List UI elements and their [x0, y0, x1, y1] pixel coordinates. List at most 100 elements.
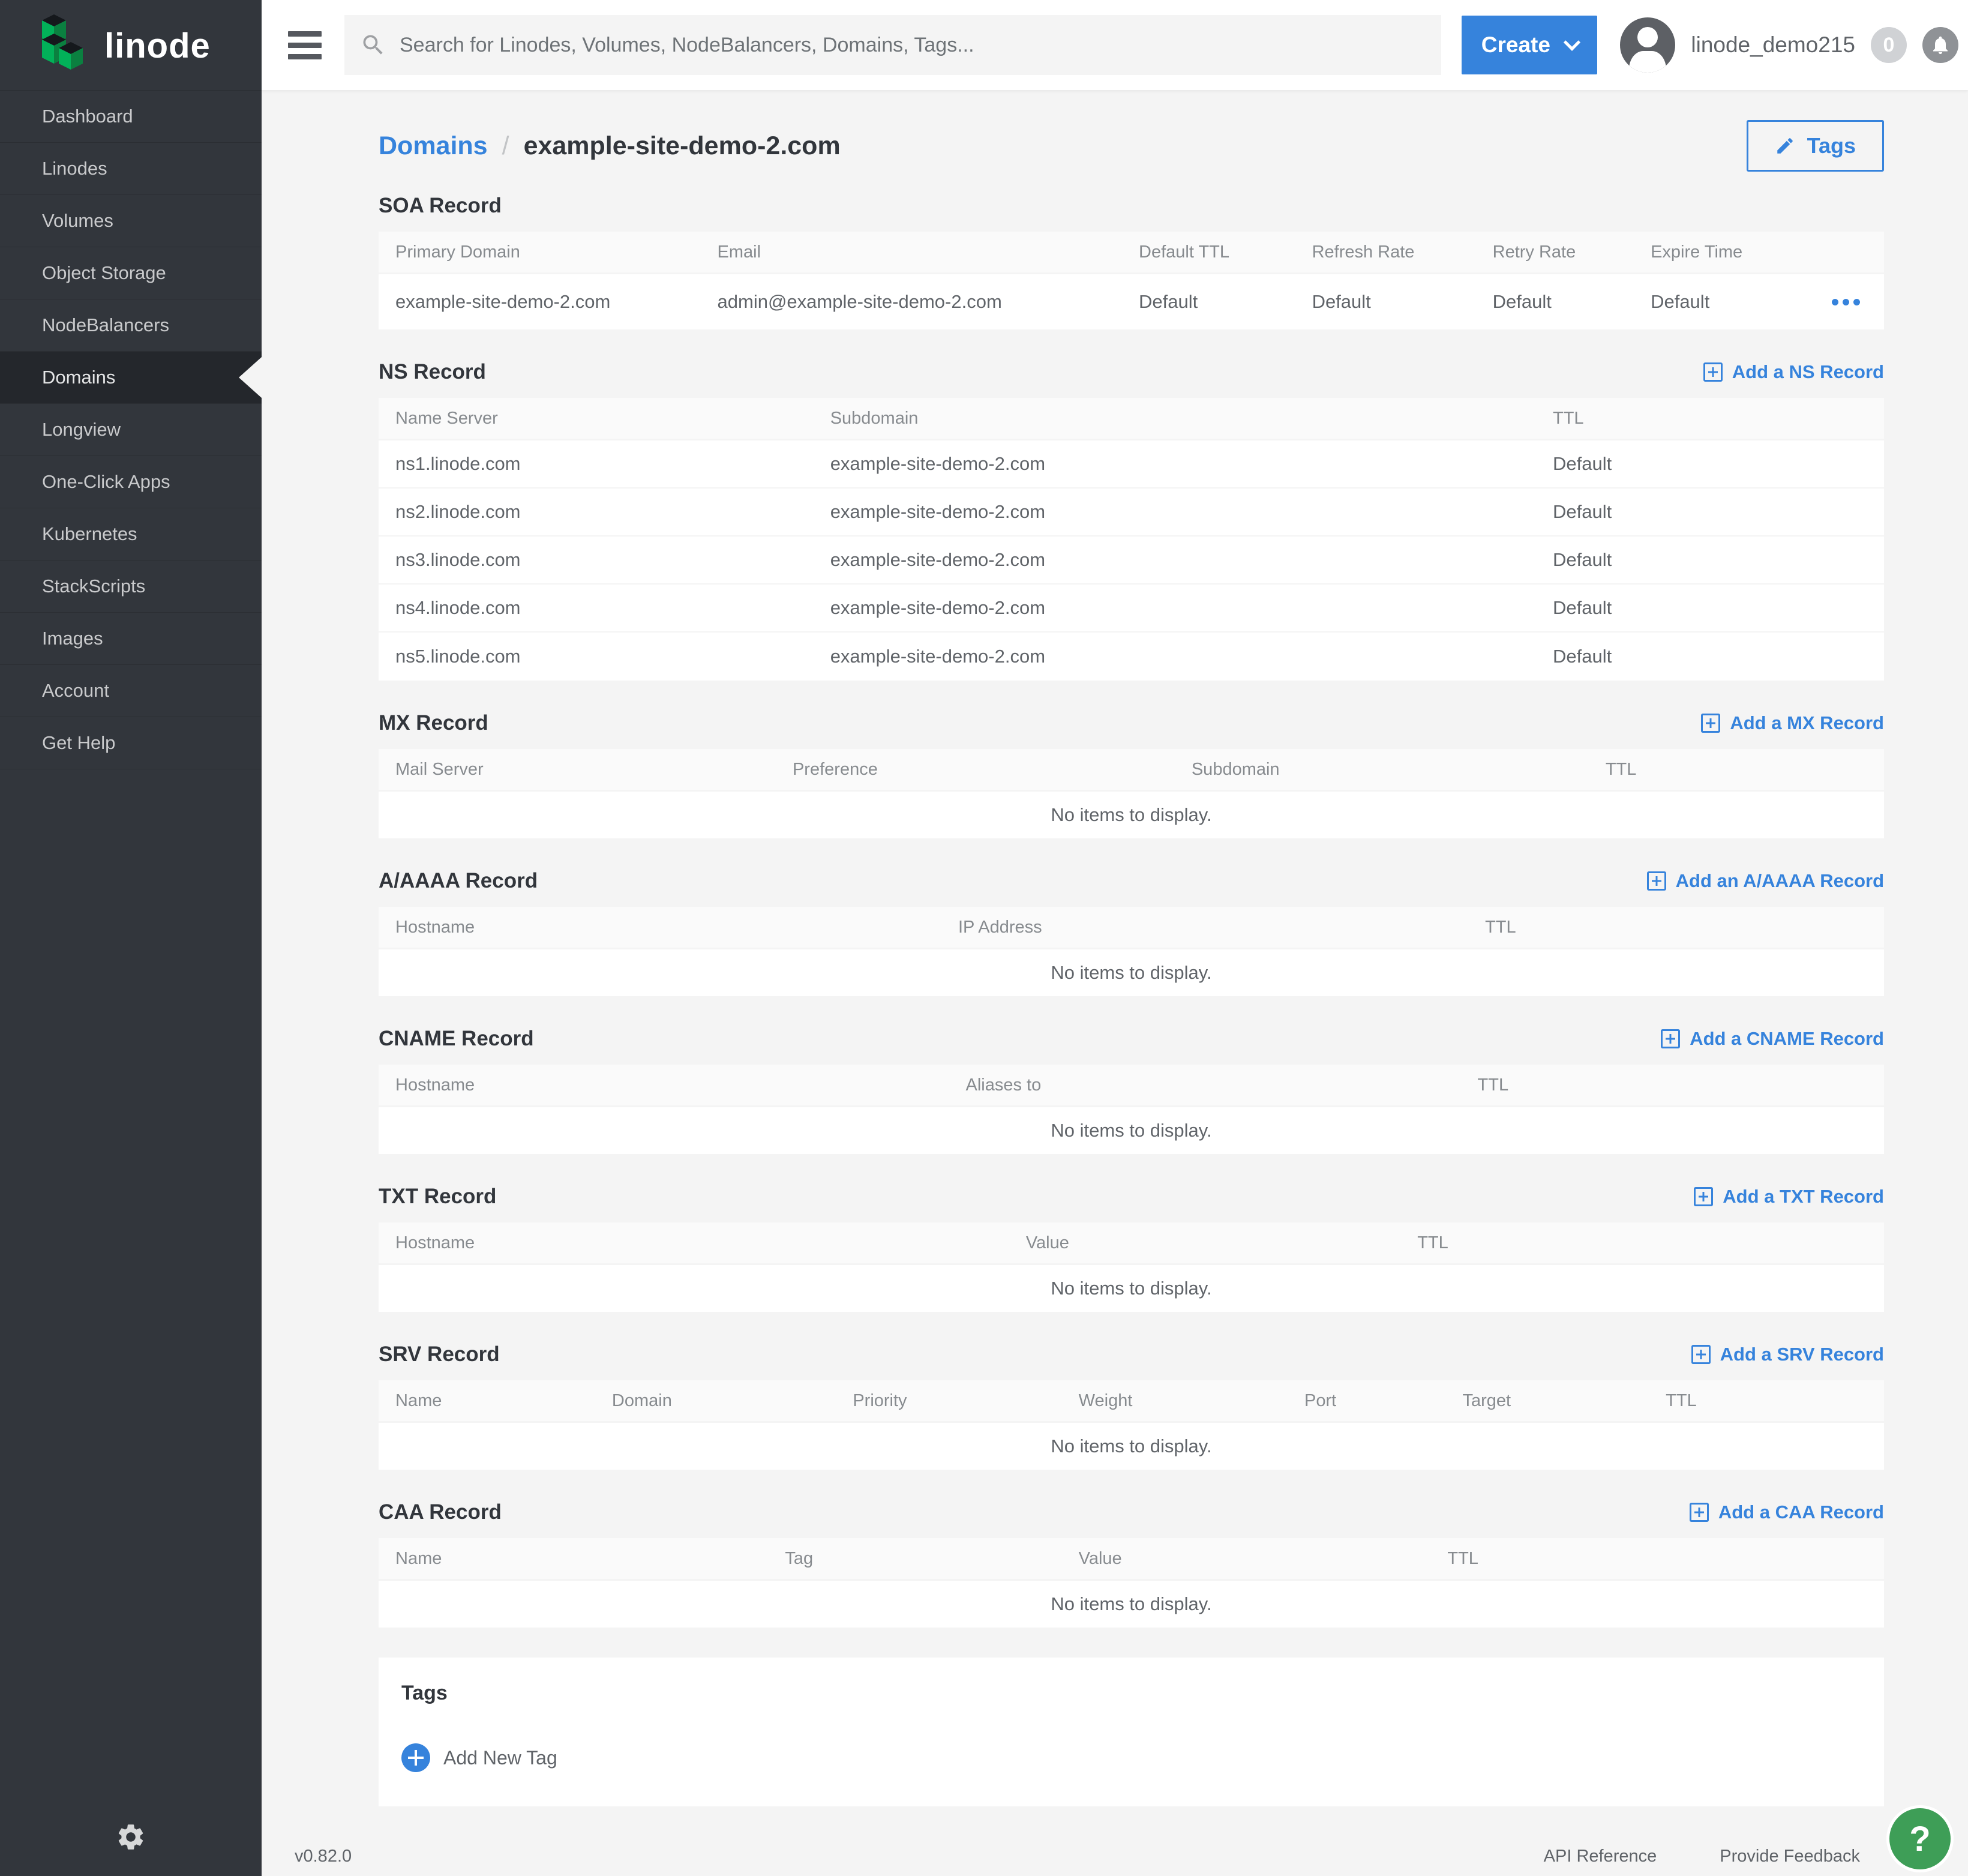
sidebar-item-one-click-apps[interactable]: One-Click Apps: [0, 456, 262, 508]
section-title: MX Record: [379, 711, 488, 735]
header-cell: Domain: [612, 1391, 853, 1411]
sidebar-item-images[interactable]: Images: [0, 613, 262, 665]
breadcrumb: Domains / example-site-demo-2.com: [379, 131, 841, 161]
chevron-down-icon: [1564, 34, 1580, 51]
sidebar-item-label: Account: [42, 680, 109, 702]
cell-retry-rate: Default: [1493, 291, 1651, 313]
footer-link-api-reference[interactable]: API Reference: [1544, 1847, 1657, 1866]
create-button[interactable]: Create: [1462, 16, 1597, 74]
sidebar-item-dashboard[interactable]: Dashboard: [0, 91, 262, 143]
settings-gear-icon[interactable]: [115, 1821, 146, 1856]
notification-count-badge[interactable]: 0: [1871, 27, 1907, 63]
notifications-button[interactable]: [1922, 27, 1958, 63]
cell-expire-time: Default: [1651, 291, 1793, 313]
cell-name-server: ns3.linode.com: [379, 549, 830, 571]
sidebar-item-longview[interactable]: Longview: [0, 404, 262, 456]
sidebar-item-domains[interactable]: Domains: [0, 352, 262, 404]
record-section-mx: MX Record Add a MX Record Mail Server Pr…: [379, 707, 1884, 838]
sidebar-item-account[interactable]: Account: [0, 665, 262, 717]
header-cell: Name: [379, 1549, 785, 1569]
empty-state: No items to display.: [379, 1581, 1884, 1628]
cell-primary-domain: example-site-demo-2.com: [379, 291, 718, 313]
app-root: linode Dashboard Linodes Volumes Object …: [0, 0, 1968, 1876]
empty-state: No items to display.: [379, 1265, 1884, 1312]
header-cell: Default TTL: [1139, 242, 1312, 262]
add-ns-record-link[interactable]: Add a NS Record: [1703, 361, 1884, 383]
srv-record-table: Name Domain Priority Weight Port Target …: [379, 1380, 1884, 1470]
plus-square-icon: [1701, 714, 1720, 733]
cell-name-server: ns5.linode.com: [379, 646, 830, 667]
cell-subdomain: example-site-demo-2.com: [830, 597, 1553, 619]
add-link-label: Add a MX Record: [1730, 712, 1884, 734]
sidebar-item-label: StackScripts: [42, 576, 145, 597]
user-menu[interactable]: linode_demo215 0: [1620, 17, 1958, 73]
empty-state: No items to display.: [379, 949, 1884, 996]
section-title: A/AAAA Record: [379, 869, 538, 893]
header-cell: TTL: [1606, 760, 1884, 780]
header-cell: TTL: [1666, 1391, 1884, 1411]
section-title: CAA Record: [379, 1500, 502, 1524]
table-header: Hostname IP Address TTL: [379, 907, 1884, 948]
tags-card-title: Tags: [401, 1682, 1861, 1705]
sidebar-item-stackscripts[interactable]: StackScripts: [0, 561, 262, 613]
add-link-label: Add a CNAME Record: [1690, 1028, 1884, 1050]
edit-tags-button[interactable]: Tags: [1747, 120, 1884, 172]
txt-record-table: Hostname Value TTL No items to display.: [379, 1222, 1884, 1312]
row-actions-kebab-icon[interactable]: [1832, 299, 1884, 305]
add-srv-record-link[interactable]: Add a SRV Record: [1691, 1344, 1884, 1365]
header-cell: Subdomain: [1192, 760, 1606, 780]
header-cell: Refresh Rate: [1312, 242, 1493, 262]
table-header: Name Server Subdomain TTL: [379, 398, 1884, 439]
header-cell: TTL: [1485, 918, 1884, 937]
sidebar-item-object-storage[interactable]: Object Storage: [0, 247, 262, 299]
table-header: Hostname Value TTL: [379, 1222, 1884, 1263]
add-new-tag-button[interactable]: Add New Tag: [401, 1743, 1861, 1772]
sidebar-item-kubernetes[interactable]: Kubernetes: [0, 508, 262, 561]
sidebar-item-label: Domains: [42, 367, 115, 388]
sidebar-item-label: Object Storage: [42, 262, 166, 284]
cell-subdomain: example-site-demo-2.com: [830, 549, 1553, 571]
add-link-label: Add a CAA Record: [1718, 1502, 1884, 1523]
sidebar-item-label: Linodes: [42, 158, 107, 179]
table-header: Primary Domain Email Default TTL Refresh…: [379, 232, 1884, 272]
sidebar-item-label: Volumes: [42, 210, 113, 232]
footer-link-provide-feedback[interactable]: Provide Feedback: [1720, 1847, 1860, 1866]
header-cell: Port: [1304, 1391, 1462, 1411]
hamburger-menu-icon[interactable]: [288, 31, 322, 59]
main-content: Domains / example-site-demo-2.com Tags S…: [262, 119, 1968, 1876]
table-header: Name Domain Priority Weight Port Target …: [379, 1380, 1884, 1421]
header-cell: Value: [1079, 1549, 1448, 1569]
sidebar-item-get-help[interactable]: Get Help: [0, 717, 262, 769]
header-cell: Preference: [793, 760, 1192, 780]
header-cell: TTL: [1553, 409, 1884, 428]
sidebar-item-linodes[interactable]: Linodes: [0, 143, 262, 195]
cell-refresh-rate: Default: [1312, 291, 1493, 313]
caa-record-table: Name Tag Value TTL No items to display.: [379, 1538, 1884, 1628]
add-txt-record-link[interactable]: Add a TXT Record: [1694, 1186, 1884, 1207]
table-row: ns2.linode.com example-site-demo-2.com D…: [379, 489, 1884, 537]
question-mark-icon: ?: [1909, 1819, 1930, 1859]
cname-record-table: Hostname Aliases to TTL No items to disp…: [379, 1065, 1884, 1154]
search-input[interactable]: [400, 34, 1426, 57]
record-section-a-aaaa: A/AAAA Record Add an A/AAAA Record Hostn…: [379, 865, 1884, 996]
sidebar-item-nodebalancers[interactable]: NodeBalancers: [0, 299, 262, 352]
record-section-caa: CAA Record Add a CAA Record Name Tag Val…: [379, 1496, 1884, 1628]
add-mx-record-link[interactable]: Add a MX Record: [1701, 712, 1884, 734]
cell-subdomain: example-site-demo-2.com: [830, 501, 1553, 523]
add-caa-record-link[interactable]: Add a CAA Record: [1690, 1502, 1884, 1523]
table-row: example-site-demo-2.com admin@example-si…: [379, 274, 1884, 329]
header-cell: Expire Time: [1651, 242, 1793, 262]
header-cell: Hostname: [379, 1233, 1026, 1253]
page-title: example-site-demo-2.com: [524, 131, 841, 161]
header-cell: Hostname: [379, 918, 958, 937]
breadcrumb-separator: /: [502, 131, 509, 161]
sidebar-item-label: Images: [42, 628, 103, 649]
add-a-aaaa-record-link[interactable]: Add an A/AAAA Record: [1647, 870, 1884, 892]
avatar[interactable]: [1620, 17, 1675, 73]
breadcrumb-domains-link[interactable]: Domains: [379, 131, 488, 161]
header-cell: Mail Server: [379, 760, 793, 780]
help-beacon-button[interactable]: ?: [1886, 1805, 1954, 1872]
sidebar-item-volumes[interactable]: Volumes: [0, 195, 262, 247]
linode-logo[interactable]: linode: [0, 0, 262, 90]
add-cname-record-link[interactable]: Add a CNAME Record: [1661, 1028, 1884, 1050]
